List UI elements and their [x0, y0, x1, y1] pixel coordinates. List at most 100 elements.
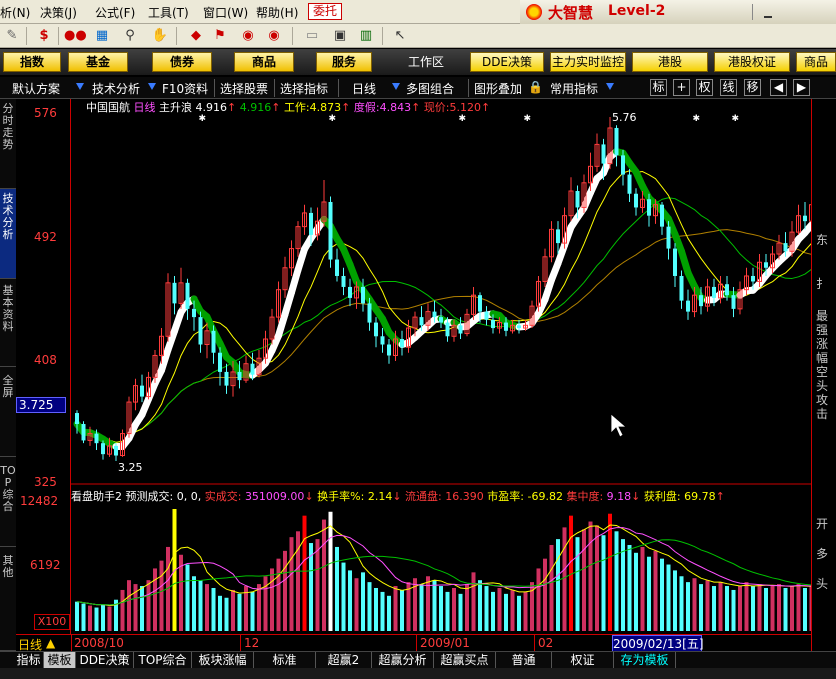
toolbar-sep	[292, 27, 293, 45]
tab-save-template[interactable]: 存为模板	[614, 652, 676, 669]
module-dde[interactable]: DDE决策	[470, 52, 544, 72]
eye-icon[interactable]: ◉	[238, 27, 258, 45]
module-fund[interactable]: 基金	[68, 52, 128, 72]
right-char-1: 开	[816, 517, 829, 531]
chevron-down-icon[interactable]	[148, 83, 156, 90]
menu-formula[interactable]: 公式(F)	[95, 4, 135, 21]
candle-body	[328, 201, 333, 260]
module-goods[interactable]: 商品	[796, 52, 836, 72]
tab-warrant[interactable]: 权证	[552, 652, 614, 669]
tab-indicator[interactable]: 指标	[14, 652, 44, 669]
candle-body	[783, 243, 788, 252]
volume-bar	[497, 587, 502, 631]
trade-button[interactable]: 委托	[308, 3, 342, 20]
tab-chaoying-buy[interactable]: 超赢买点	[434, 652, 496, 669]
horizontal-scrollbar[interactable]	[0, 668, 836, 679]
volume-bar	[738, 586, 742, 631]
line-button[interactable]: 线	[720, 79, 737, 96]
candle-body	[764, 262, 768, 268]
move-button[interactable]: 移	[744, 79, 761, 96]
tab-fullscreen[interactable]: 全屏	[0, 367, 16, 457]
volume-bar	[361, 572, 365, 631]
conc-value: 9.18	[606, 490, 632, 503]
volume-bar	[543, 558, 547, 631]
tab-fundamental[interactable]: 基本资料	[0, 279, 16, 367]
select-stock[interactable]: 选择股票	[220, 80, 268, 97]
module-hk[interactable]: 港股	[632, 52, 708, 72]
menu-help[interactable]: 帮助(H)	[256, 4, 298, 21]
money-icon[interactable]: $	[34, 27, 54, 45]
sub-sep	[468, 79, 469, 97]
diamond-icon[interactable]: ◆	[186, 27, 206, 45]
volume-bar	[426, 576, 430, 631]
holiday-value: 4.843	[379, 101, 412, 114]
window-icon[interactable]: ▣	[330, 27, 350, 45]
mark-button[interactable]: 标	[650, 79, 667, 96]
volume-bar	[231, 589, 235, 631]
volume-bar	[621, 539, 625, 631]
overlay[interactable]: 图形叠加	[474, 80, 522, 97]
module-hk-warrant[interactable]: 港股权证	[714, 52, 790, 72]
scheme-default[interactable]: 默认方案	[12, 80, 60, 97]
candle-body	[504, 322, 508, 331]
ruler-icon[interactable]: ✎	[2, 27, 22, 45]
minimize-icon[interactable]	[764, 16, 772, 18]
grid-icon[interactable]: ▦	[92, 27, 112, 45]
books-icon[interactable]: ▥	[356, 27, 376, 45]
module-service[interactable]: 服务	[316, 52, 372, 72]
glasses-icon[interactable]: ●●	[64, 27, 87, 45]
sub-toolbar: 默认方案 技术分析 F10资料 选择股票 选择指标 日线 多图组合 图形叠加 🔒…	[0, 77, 836, 99]
candle-body	[211, 330, 216, 353]
tech-analysis[interactable]: 技术分析	[92, 80, 140, 97]
help-cursor-icon[interactable]: ↖	[390, 27, 410, 45]
volume-bar	[471, 572, 476, 631]
module-commodity[interactable]: 商品	[234, 52, 294, 72]
eye-alt-icon[interactable]: ◉	[264, 27, 284, 45]
tab-other[interactable]: 其他	[0, 547, 16, 651]
menu-analysis[interactable]: 析(N)	[0, 4, 30, 21]
chevron-down-icon[interactable]	[606, 83, 614, 90]
volume-bar	[250, 591, 255, 631]
volume-bar	[75, 601, 79, 631]
crosshair-button[interactable]: +	[673, 79, 690, 96]
pe-value: -69.82	[527, 490, 563, 503]
tab-dde[interactable]: DDE决策	[76, 652, 134, 669]
volume-bar	[393, 586, 398, 631]
module-index[interactable]: 指数	[3, 52, 61, 72]
tab-template[interactable]: 模板	[44, 652, 76, 669]
tab-chaoying2[interactable]: 超赢2	[316, 652, 372, 669]
scroll-right-button[interactable]: ▶	[793, 79, 810, 96]
tab-technical[interactable]: 技术分析	[0, 189, 16, 279]
module-bond[interactable]: 债券	[152, 52, 212, 72]
select-indicator[interactable]: 选择指标	[280, 80, 328, 97]
rights-button[interactable]: 权	[696, 79, 713, 96]
hand-icon[interactable]: ✋	[150, 27, 170, 45]
tab-intraday[interactable]: 分时走势	[0, 99, 16, 189]
f10-info[interactable]: F10资料	[162, 80, 208, 97]
tab-normal[interactable]: 普通	[496, 652, 552, 669]
kline-chart[interactable]: 5.76 3.25 ✱ ✱ ✱ ✱ ✱ ✱	[71, 99, 811, 634]
common-indicators[interactable]: 常用指标	[550, 80, 598, 97]
menu-tools[interactable]: 工具(T)	[148, 4, 189, 21]
tab-standard[interactable]: 标准	[254, 652, 316, 669]
tab-top-summary[interactable]: TOP综合	[134, 652, 192, 669]
menu-decision[interactable]: 决策(J)	[40, 4, 77, 21]
chevron-down-icon[interactable]	[392, 83, 400, 90]
period-daily[interactable]: 日线	[352, 80, 376, 97]
multi-chart[interactable]: 多图组合	[406, 80, 454, 97]
flag-icon[interactable]: ⚑	[210, 27, 230, 45]
menu-window[interactable]: 窗口(W)	[203, 4, 248, 21]
scroll-left-button[interactable]: ◀	[770, 79, 787, 96]
tab-top[interactable]: TOP综合	[0, 457, 16, 547]
module-monitor[interactable]: 主力实时监控	[550, 52, 626, 72]
chevron-down-icon[interactable]	[76, 83, 84, 90]
lock-icon[interactable]: 🔒	[528, 80, 543, 94]
tab-sector[interactable]: 板块涨幅	[192, 652, 254, 669]
volume-bar	[751, 586, 755, 631]
page-icon[interactable]: ▭	[302, 27, 322, 45]
binoculars-icon[interactable]: ⚲	[120, 27, 140, 45]
volume-bar	[790, 586, 794, 631]
candle-body	[725, 284, 729, 296]
date-label: 12	[244, 636, 260, 650]
tab-chaoying-analysis[interactable]: 超赢分析	[372, 652, 434, 669]
